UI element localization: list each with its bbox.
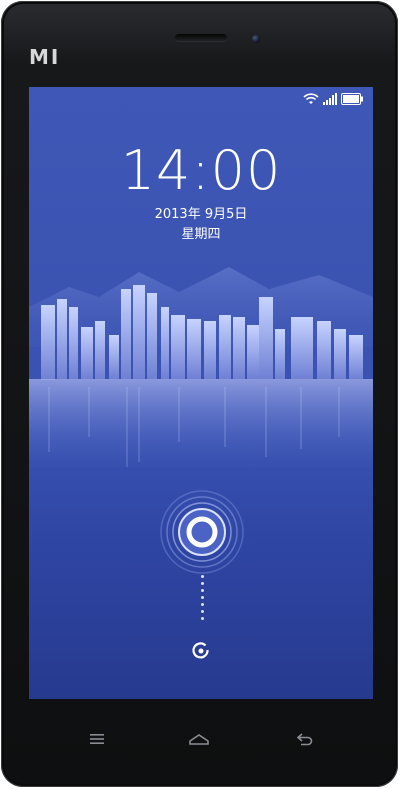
menu-icon[interactable] <box>85 730 109 748</box>
back-icon[interactable] <box>293 730 317 748</box>
front-camera <box>252 35 260 43</box>
phone-device: MI 14:00 2013年 9月5日 星期四 <box>1 1 398 787</box>
signal-icon <box>323 93 337 105</box>
lockscreen-date: 2013年 9月5日 <box>154 207 248 222</box>
unlock-ring-icon[interactable] <box>159 489 245 575</box>
status-bar <box>303 93 363 105</box>
wifi-icon <box>303 93 319 104</box>
navigation-bar <box>1 706 398 766</box>
lock-screen: 14:00 2013年 9月5日 星期四 <box>29 87 373 699</box>
brand-logo: MI <box>29 45 61 69</box>
camera-shortcut-icon[interactable] <box>191 640 211 660</box>
earpiece-speaker <box>175 34 227 41</box>
swipe-track-dots <box>199 575 205 631</box>
home-icon[interactable] <box>187 730 211 748</box>
city-skyline-wallpaper <box>29 267 373 479</box>
battery-icon <box>341 93 363 105</box>
lockscreen-clock: 14:00 <box>120 139 282 202</box>
